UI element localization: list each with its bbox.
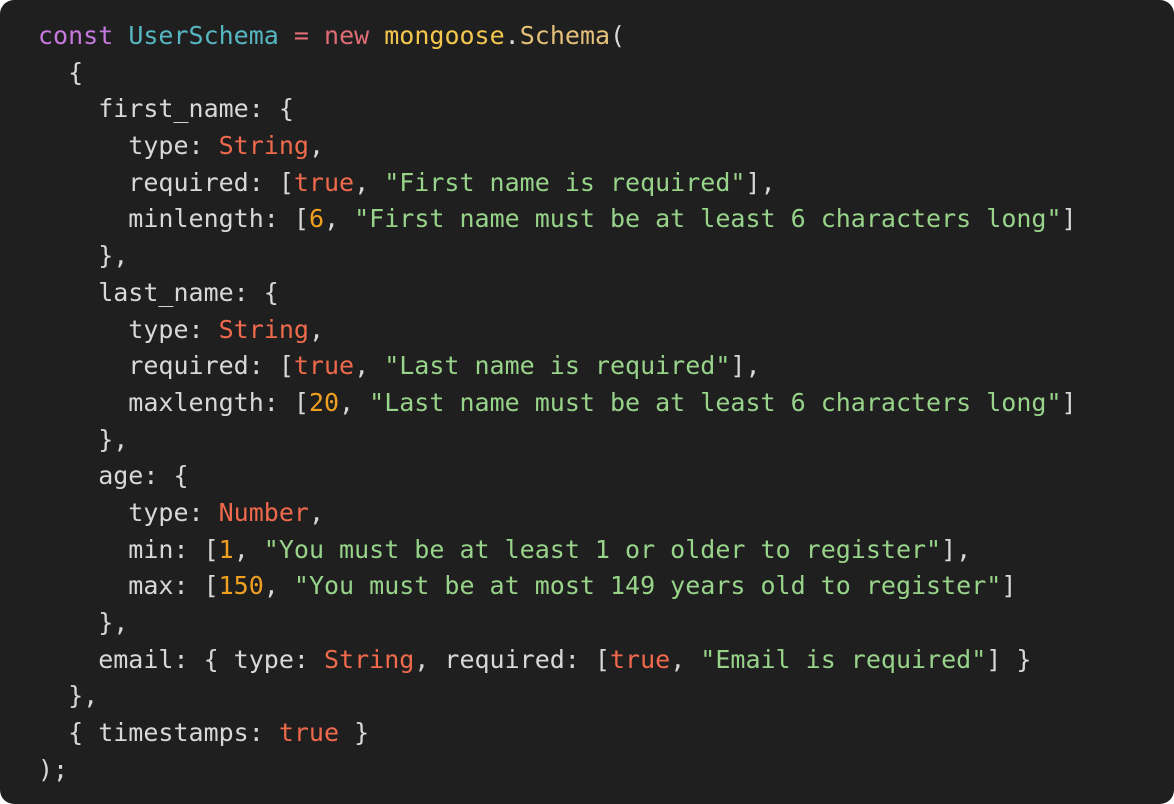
plain-token: }, xyxy=(38,608,129,637)
code-line: required: [true, "First name is required… xyxy=(38,165,1174,202)
boolean-token: true xyxy=(609,644,671,674)
code-line: minlength: [6, "First name must be at le… xyxy=(38,201,1174,238)
operator-token: = xyxy=(293,21,309,50)
number-token: 1 xyxy=(218,534,234,564)
plain-token: age: { xyxy=(38,461,189,491)
code-line: { timestamps: true } xyxy=(38,715,1174,752)
number-token: 150 xyxy=(218,571,264,601)
code-line: const UserSchema = new mongoose.Schema( xyxy=(38,18,1174,55)
code-line: { xyxy=(38,55,1174,92)
type-token: Number xyxy=(218,497,309,527)
plain-token: , required: [ xyxy=(414,644,610,674)
code-line: }, xyxy=(38,678,1174,715)
plain-token: , xyxy=(233,534,264,564)
boolean-token: true xyxy=(293,351,355,381)
code-line: type: Number, xyxy=(38,495,1174,532)
code-line: required: [true, "Last name is required"… xyxy=(38,348,1174,385)
code-line: max: [150, "You must be at most 149 year… xyxy=(38,568,1174,605)
plain-token: ] xyxy=(1001,571,1017,601)
module-token: mongoose xyxy=(384,21,505,50)
boolean-token: true xyxy=(293,167,355,197)
plain-token: }, xyxy=(38,424,129,454)
type-token: String xyxy=(218,314,309,344)
plain-token: ); xyxy=(38,754,69,784)
plain-token: ] } xyxy=(986,644,1032,674)
plain-token: email: { type: xyxy=(38,644,324,674)
operator-token: new xyxy=(324,21,370,50)
string-token: "You must be at least 1 or older to regi… xyxy=(263,534,942,564)
string-token: "You must be at most 149 years old to re… xyxy=(293,571,1002,601)
code-line: type: String, xyxy=(38,128,1174,165)
plain-token: required: [ xyxy=(38,351,294,381)
code-line: first_name: { xyxy=(38,91,1174,128)
plain-token: last_name: { xyxy=(38,277,279,307)
plain-token: }, xyxy=(38,241,129,271)
plain-token: , xyxy=(670,644,701,674)
plain-token: , xyxy=(354,351,385,381)
plain-token: max: [ xyxy=(38,571,219,601)
keyword-token: const xyxy=(38,21,114,50)
string-token: "Last name must be at least 6 characters… xyxy=(369,387,1062,417)
plain-token: ] xyxy=(1061,204,1077,234)
identifier-token: UserSchema xyxy=(128,21,279,50)
plain-token: ], xyxy=(730,351,761,381)
plain-token: ] xyxy=(1061,387,1077,417)
plain-token: min: [ xyxy=(38,534,219,564)
plain-token: , xyxy=(308,497,324,527)
plain-token: . xyxy=(504,21,520,50)
plain-token: type: xyxy=(38,497,219,527)
code-line: min: [1, "You must be at least 1 or olde… xyxy=(38,532,1174,569)
string-token: "First name is required" xyxy=(384,167,746,197)
plain-token: , xyxy=(263,571,294,601)
plain-token: , xyxy=(339,387,370,417)
boolean-token: true xyxy=(278,718,340,748)
plain-token: , xyxy=(354,167,385,197)
type-token: String xyxy=(323,644,415,674)
number-token: 6 xyxy=(308,204,324,234)
code-window: const UserSchema = new mongoose.Schema( … xyxy=(0,0,1174,804)
plain-token: , xyxy=(308,131,324,161)
code-line: email: { type: String, required: [true, … xyxy=(38,642,1174,679)
type-token: String xyxy=(218,131,309,161)
plain-token: , xyxy=(324,204,355,234)
code-line: }, xyxy=(38,605,1174,642)
plain-token: minlength: [ xyxy=(38,204,309,234)
class-token: Schema xyxy=(519,21,611,50)
plain-token: ], xyxy=(941,534,972,564)
plain-token: , xyxy=(308,314,324,344)
string-token: "Last name is required" xyxy=(384,351,731,381)
string-token: "Email is required" xyxy=(700,644,987,674)
code-line: }, xyxy=(38,238,1174,275)
plain-token: ( xyxy=(610,21,626,50)
plain-token: required: [ xyxy=(38,167,294,197)
code-line: }, xyxy=(38,422,1174,459)
plain-token: }, xyxy=(38,681,99,711)
number-token: 20 xyxy=(308,387,340,417)
string-token: "First name must be at least 6 character… xyxy=(354,204,1062,234)
plain-token: type: xyxy=(38,314,219,344)
code-line: age: { xyxy=(38,458,1174,495)
plain-token: { xyxy=(38,57,84,87)
code-line: type: String, xyxy=(38,312,1174,349)
plain-token: { timestamps: xyxy=(38,718,279,748)
plain-token: ], xyxy=(745,167,776,197)
plain-token: first_name: { xyxy=(38,94,294,124)
code-block[interactable]: const UserSchema = new mongoose.Schema( … xyxy=(38,18,1174,788)
plain-token: type: xyxy=(38,131,219,161)
code-line: ); xyxy=(38,752,1174,789)
code-line: maxlength: [20, "Last name must be at le… xyxy=(38,385,1174,422)
plain-token: } xyxy=(339,718,370,748)
plain-token: maxlength: [ xyxy=(38,387,309,417)
code-line: last_name: { xyxy=(38,275,1174,312)
